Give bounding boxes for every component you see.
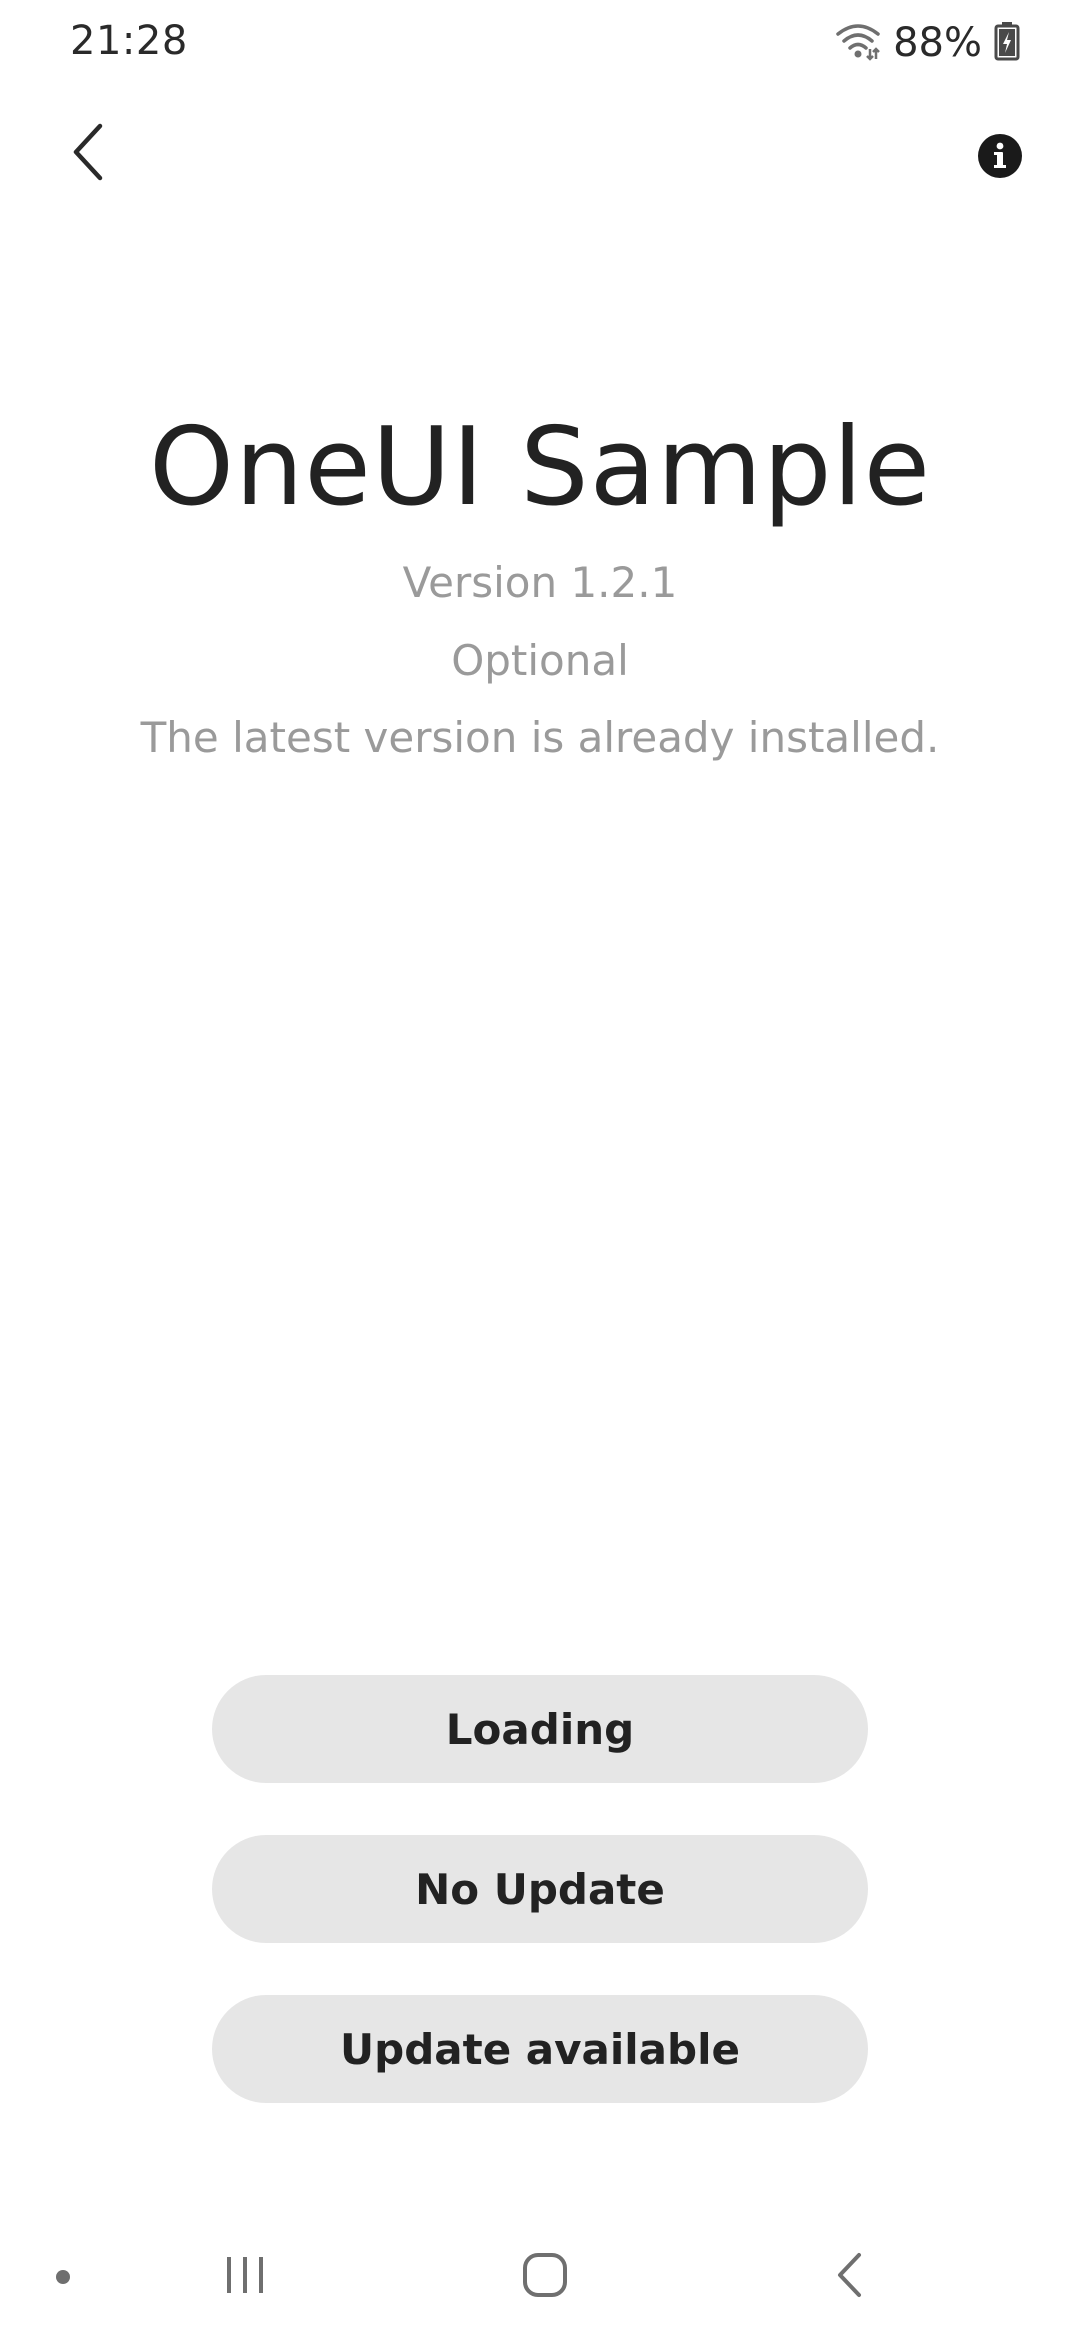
back-button[interactable] xyxy=(52,118,124,190)
status-time: 21:28 xyxy=(70,18,188,64)
status-message: The latest version is already installed. xyxy=(140,713,940,762)
update-type-text: Optional xyxy=(451,636,629,685)
version-text: Version 1.2.1 xyxy=(402,558,678,607)
home-icon xyxy=(522,2252,568,2302)
info-button[interactable] xyxy=(960,118,1040,198)
back-icon xyxy=(835,2252,865,2302)
status-bar: 21:28 88% xyxy=(0,0,1080,90)
nav-back-button[interactable] xyxy=(810,2240,890,2314)
battery-charging-icon xyxy=(994,21,1020,65)
app-title: OneUI Sample xyxy=(148,405,932,530)
home-button[interactable] xyxy=(505,2240,585,2314)
navigation-bar xyxy=(0,2220,1080,2340)
nav-indicator-dot xyxy=(56,2270,70,2284)
no-update-button[interactable]: No Update xyxy=(212,1835,868,1943)
recents-button[interactable] xyxy=(210,2240,280,2314)
battery-percent: 88% xyxy=(893,20,982,66)
chevron-left-icon xyxy=(70,122,106,186)
update-available-button[interactable]: Update available xyxy=(212,1995,868,2103)
loading-button[interactable]: Loading xyxy=(212,1675,868,1783)
status-icons: 88% xyxy=(835,18,1020,68)
info-icon xyxy=(977,133,1023,183)
recents-icon xyxy=(223,2253,267,2301)
wifi-icon xyxy=(835,21,881,65)
